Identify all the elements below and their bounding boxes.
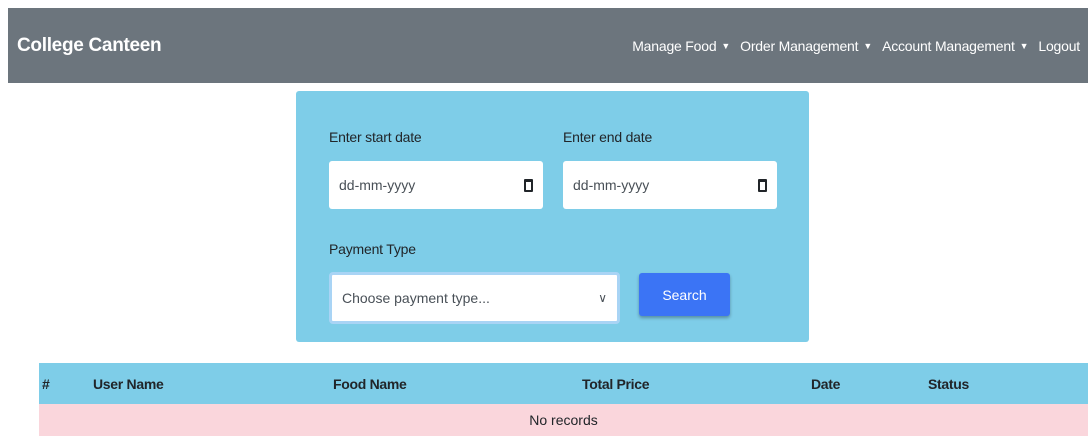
chevron-down-icon: ∨ — [598, 291, 607, 305]
caret-down-icon: ▼ — [863, 40, 873, 51]
nav-account-management[interactable]: Account Management ▼ — [882, 37, 1029, 54]
calendar-icon[interactable] — [524, 178, 533, 192]
nav-logout[interactable]: Logout — [1038, 38, 1080, 54]
payment-type-select[interactable]: Choose payment type... ∨ — [329, 272, 620, 324]
empty-message: No records — [529, 412, 598, 428]
nav-manage-food[interactable]: Manage Food ▼ — [632, 38, 730, 54]
caret-down-icon: ▼ — [1019, 40, 1029, 51]
column-header-user-name: User Name — [93, 376, 164, 392]
column-header-total-price: Total Price — [582, 376, 650, 392]
column-header-index: # — [42, 376, 50, 392]
start-date-label: Enter start date — [329, 129, 422, 145]
nav-order-management[interactable]: Order Management ▼ — [740, 38, 872, 54]
column-header-food-name: Food Name — [333, 376, 407, 392]
nav-manage-food-label: Manage Food — [632, 37, 717, 54]
orders-table: # User Name Food Name Total Price Date S… — [39, 363, 1088, 436]
nav-account-management-label: Account Management — [882, 37, 1015, 54]
payment-type-value: Choose payment type... — [342, 290, 490, 306]
start-date-input[interactable]: dd-mm-yyyy — [329, 161, 543, 209]
start-date-placeholder: dd-mm-yyyy — [339, 177, 416, 193]
caret-down-icon: ▼ — [721, 40, 731, 51]
end-date-label: Enter end date — [563, 129, 653, 145]
table-header: # User Name Food Name Total Price Date S… — [39, 363, 1088, 404]
empty-row: No records — [39, 404, 1088, 436]
end-date-placeholder: dd-mm-yyyy — [573, 177, 650, 193]
filter-panel: Enter start date dd-mm-yyyy Enter end da… — [296, 91, 809, 342]
nav-order-management-label: Order Management — [740, 37, 859, 54]
search-button[interactable]: Search — [639, 273, 730, 316]
navbar: College Canteen Manage Food ▼ Order Mana… — [8, 8, 1088, 83]
column-header-date: Date — [811, 376, 841, 392]
nav-menu: Manage Food ▼ Order Management ▼ Account… — [622, 38, 1080, 54]
end-date-input[interactable]: dd-mm-yyyy — [563, 161, 777, 209]
calendar-icon[interactable] — [758, 178, 767, 192]
payment-type-label: Payment Type — [329, 241, 416, 257]
column-header-status: Status — [928, 376, 969, 392]
brand-title[interactable]: College Canteen — [17, 35, 162, 57]
